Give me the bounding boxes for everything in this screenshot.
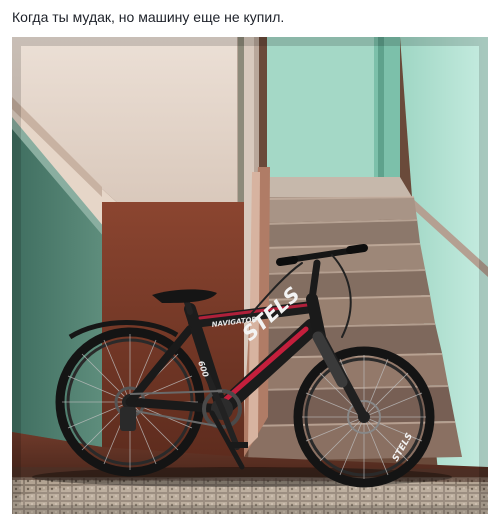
- post-caption: Когда ты мудак, но машину еще не купил.: [12, 9, 285, 25]
- stairwell-bicycle-photo: STELS STELS NAVIGATOR 600: [12, 37, 488, 514]
- post-photo[interactable]: STELS STELS NAVIGATOR 600: [12, 37, 488, 514]
